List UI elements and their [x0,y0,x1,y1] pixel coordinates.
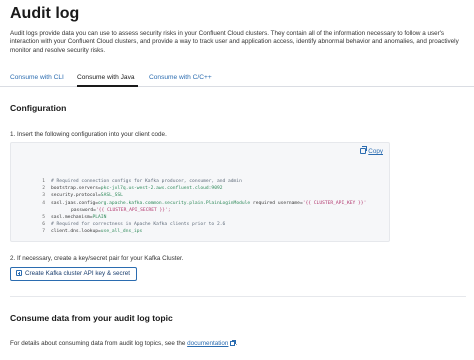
code-key: client.dns.lookup= [51,229,101,235]
tab-consume-cli[interactable]: Consume with CLI [10,74,64,81]
line-number: 2 [42,186,45,192]
code-value: use_all_dns_ips [100,229,143,235]
line-number: 5 [42,214,45,220]
code-line: 1 # Required connection configs for Kafk… [11,178,389,185]
consume-heading: Consume data from your audit log topic [10,313,173,323]
create-api-key-button[interactable]: Create Kafka cluster API key & secret [10,267,137,281]
line-number: 4 [42,200,45,206]
code-value: PLAIN [92,214,107,220]
section-divider [10,296,466,297]
code-key: sasl.jaas.config= [51,200,99,206]
line-number: 1 [42,179,45,184]
documentation-note-text: For details about consuming data from au… [10,340,188,347]
code-line: password='{{ CLUSTER_API_SECRET }}'; [11,207,389,214]
code-value: SASL_SSL [100,193,123,199]
code-key: sasl.mechanism= [51,214,93,220]
code-key: required username= [250,200,303,206]
line-number: 6 [42,222,45,228]
code-key: password= [71,207,96,213]
config-step-2: 2. If necessary, create a key/secret pai… [10,255,184,262]
code-value: org.apache.kafka.common.security.plain.P… [98,200,251,206]
code-comment: # Required for correctness in Apache Kaf… [51,222,226,228]
code-line: 6 # Required for correctness in Apache K… [11,221,389,228]
plus-square-icon [16,270,22,276]
code-comment: # Required connection configs for Kafka … [51,179,242,184]
copy-icon [360,146,368,154]
documentation-note: For details about consuming data from au… [10,339,237,347]
code-key: security.protocol= [51,193,101,199]
active-tab-indicator [77,85,138,87]
code-line: 7 client.dns.lookup=use_all_dns_ips [11,228,389,235]
code-lines: 1 # Required connection configs for Kafk… [11,178,389,236]
code-block: Copy 1 # Required connection configs for… [10,142,390,242]
code-line: 3 security.protocol=SASL_SSL [11,192,389,199]
page-intro: Audit logs provide data you can use to a… [10,30,459,54]
documentation-link[interactable]: documentation [187,340,228,347]
tab-consume-java[interactable]: Consume with Java [77,74,135,81]
external-link-icon [230,339,237,346]
configuration-heading: Configuration [10,103,67,113]
line-number: 3 [42,193,45,199]
tab-bar: Consume with CLI Consume with Java Consu… [0,70,474,87]
line-number: 7 [42,229,45,235]
tab-consume-c-cpp[interactable]: Consume with C/C++ [149,74,212,81]
code-key: bootstrap.servers= [51,186,101,192]
code-line: 2 bootstrap.servers=pkc-jxl7q.us-west-2.… [11,185,389,192]
config-step-1: 1. Insert the following configuration in… [10,131,167,138]
create-api-key-label: Create Kafka cluster API key & secret [25,270,130,277]
code-placeholder: '{{ CLUSTER_API_KEY }}' [302,200,367,206]
copy-label: Copy [368,148,383,155]
code-line: 5 sasl.mechanism=PLAIN [11,214,389,221]
code-placeholder: '{{ CLUSTER_API_SECRET }}'; [95,207,171,213]
page-title: Audit log [10,5,80,22]
code-line: 4 sasl.jaas.config=org.apache.kafka.comm… [11,200,389,207]
copy-button[interactable]: Copy [360,146,383,155]
code-value: pkc-jxl7q.us-west-2.aws.confluent.cloud:… [100,186,223,192]
